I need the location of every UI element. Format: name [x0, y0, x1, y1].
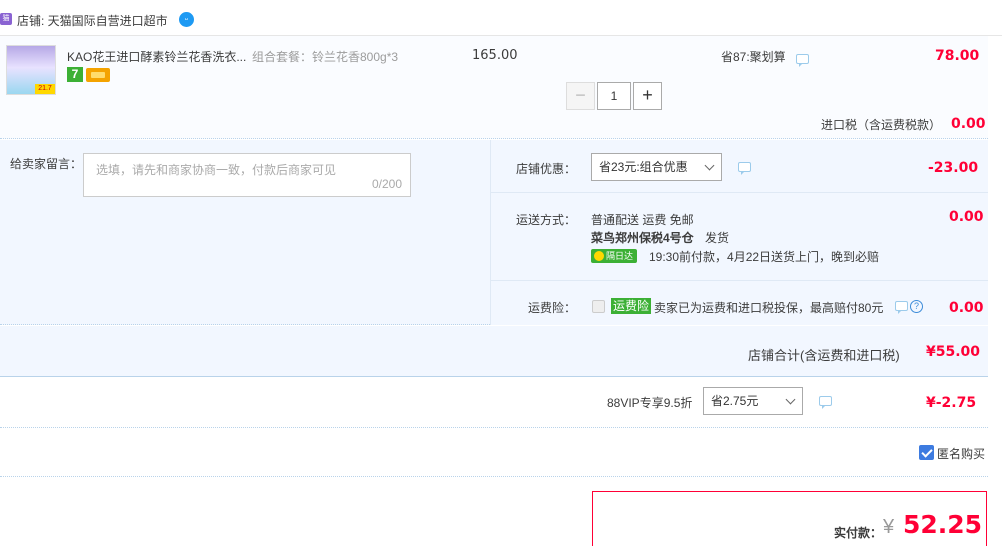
quantity-decrease-button[interactable]: −: [566, 82, 595, 110]
chevron-down-icon: [785, 394, 796, 405]
shipping-dispatch: 发货: [705, 231, 730, 245]
seller-message-label: 给卖家留言：: [10, 157, 83, 171]
insurance-value: 0.00: [949, 300, 984, 316]
help-icon[interactable]: ?: [910, 300, 923, 313]
next-day-delivery-badge: 隔日达: [591, 249, 637, 263]
vip-discount-value: ¥-2.75: [926, 395, 977, 411]
shipping-method: 普通配送 运费 免邮: [591, 213, 694, 227]
seller-message-count: 0/200: [371, 177, 402, 191]
promo-info-icon[interactable]: [796, 54, 809, 67]
product-title-link[interactable]: KAO花王进口酵素铃兰花香洗衣...: [67, 48, 246, 65]
payment-value: 52.25: [903, 510, 983, 539]
shop-header: 猫 店铺: 天猫国际自营进口超市 ᵕ: [0, 0, 1002, 36]
delivery-eta: 19:30前付款，4月22日送货上门，晚到必赔: [649, 250, 880, 264]
insurance-description: 卖家已为运费和进口税投保，最高赔付80元: [654, 301, 884, 315]
import-tax-label: 进口税（含运费税款）: [821, 118, 942, 132]
vip-discount-row: 88VIP专享9.5折 省2.75元 ¥-2.75: [0, 378, 988, 428]
vip-discount-select[interactable]: 省2.75元: [703, 387, 803, 415]
thumbnail-price-tag: 21.7: [35, 84, 55, 94]
shop-discount-label: 店铺优惠：: [516, 162, 577, 176]
payment-summary-box: 实付款： ¥ 52.25: [592, 491, 987, 546]
product-sku: 组合套餐：铃兰花香800g*3: [252, 50, 399, 64]
seller-message-input[interactable]: 选填，请先和商家协商一致，付款后商家可见 0/200: [83, 153, 411, 197]
chevron-down-icon: [704, 160, 715, 171]
row-separator: [491, 280, 988, 281]
payment-currency: ¥: [883, 516, 895, 538]
shop-total-value: ¥55.00: [926, 344, 981, 360]
seller-message-placeholder: 选填，请先和商家协商一致，付款后商家可见: [96, 163, 337, 177]
product-thumbnail[interactable]: 21.7: [6, 45, 56, 95]
item-total-price: 78.00: [935, 48, 980, 64]
payment-label: 实付款：: [834, 526, 883, 540]
vip-discount-selected: 省2.75元: [711, 394, 759, 408]
seven-day-return-icon: 7: [67, 67, 83, 82]
insurance-label: 运费险：: [528, 301, 577, 315]
shop-discount-value: -23.00: [928, 160, 979, 176]
anonymous-purchase-row: 匿名购买: [0, 429, 988, 477]
row-separator: [491, 192, 988, 193]
shop-discount-select[interactable]: 省23元:组合优惠: [591, 153, 722, 181]
item-promotion: 省87:聚划算: [721, 50, 786, 64]
unit-price: 165.00: [472, 48, 518, 63]
vip-info-icon[interactable]: [819, 396, 832, 409]
quantity-input[interactable]: 1: [597, 82, 631, 110]
import-tax-value: 0.00: [951, 116, 986, 132]
shop-discount-selected: 省23元:组合优惠: [599, 160, 688, 174]
shop-type-icon: 猫: [0, 13, 12, 25]
shop-name-link[interactable]: 店铺: 天猫国际自营进口超市: [17, 12, 168, 29]
anonymous-purchase-checkbox[interactable]: [919, 445, 934, 460]
insurance-tag: 运费险: [611, 298, 652, 314]
credit-card-icon: [86, 68, 110, 82]
quantity-increase-button[interactable]: +: [633, 82, 662, 110]
panel-divider: [490, 140, 491, 325]
shipping-label: 运送方式：: [516, 213, 577, 227]
shipping-fee-value: 0.00: [949, 209, 984, 225]
shipping-warehouse: 菜鸟郑州保税4号仓: [591, 231, 694, 245]
insurance-info-icon[interactable]: [895, 301, 908, 314]
chat-bubble-icon[interactable]: ᵕ: [179, 12, 194, 27]
vip-discount-label: 88VIP专享9.5折: [607, 396, 693, 410]
item-row: 21.7 KAO花王进口酵素铃兰花香洗衣... 组合套餐：铃兰花香800g*3 …: [0, 36, 988, 139]
insurance-checkbox[interactable]: [592, 300, 605, 313]
anonymous-purchase-label[interactable]: 匿名购买: [937, 445, 985, 462]
discount-info-icon[interactable]: [738, 162, 751, 175]
shop-total-row: 店铺合计(含运费和进口税) ¥55.00: [0, 326, 988, 377]
shop-total-label: 店铺合计(含运费和进口税): [748, 348, 900, 363]
